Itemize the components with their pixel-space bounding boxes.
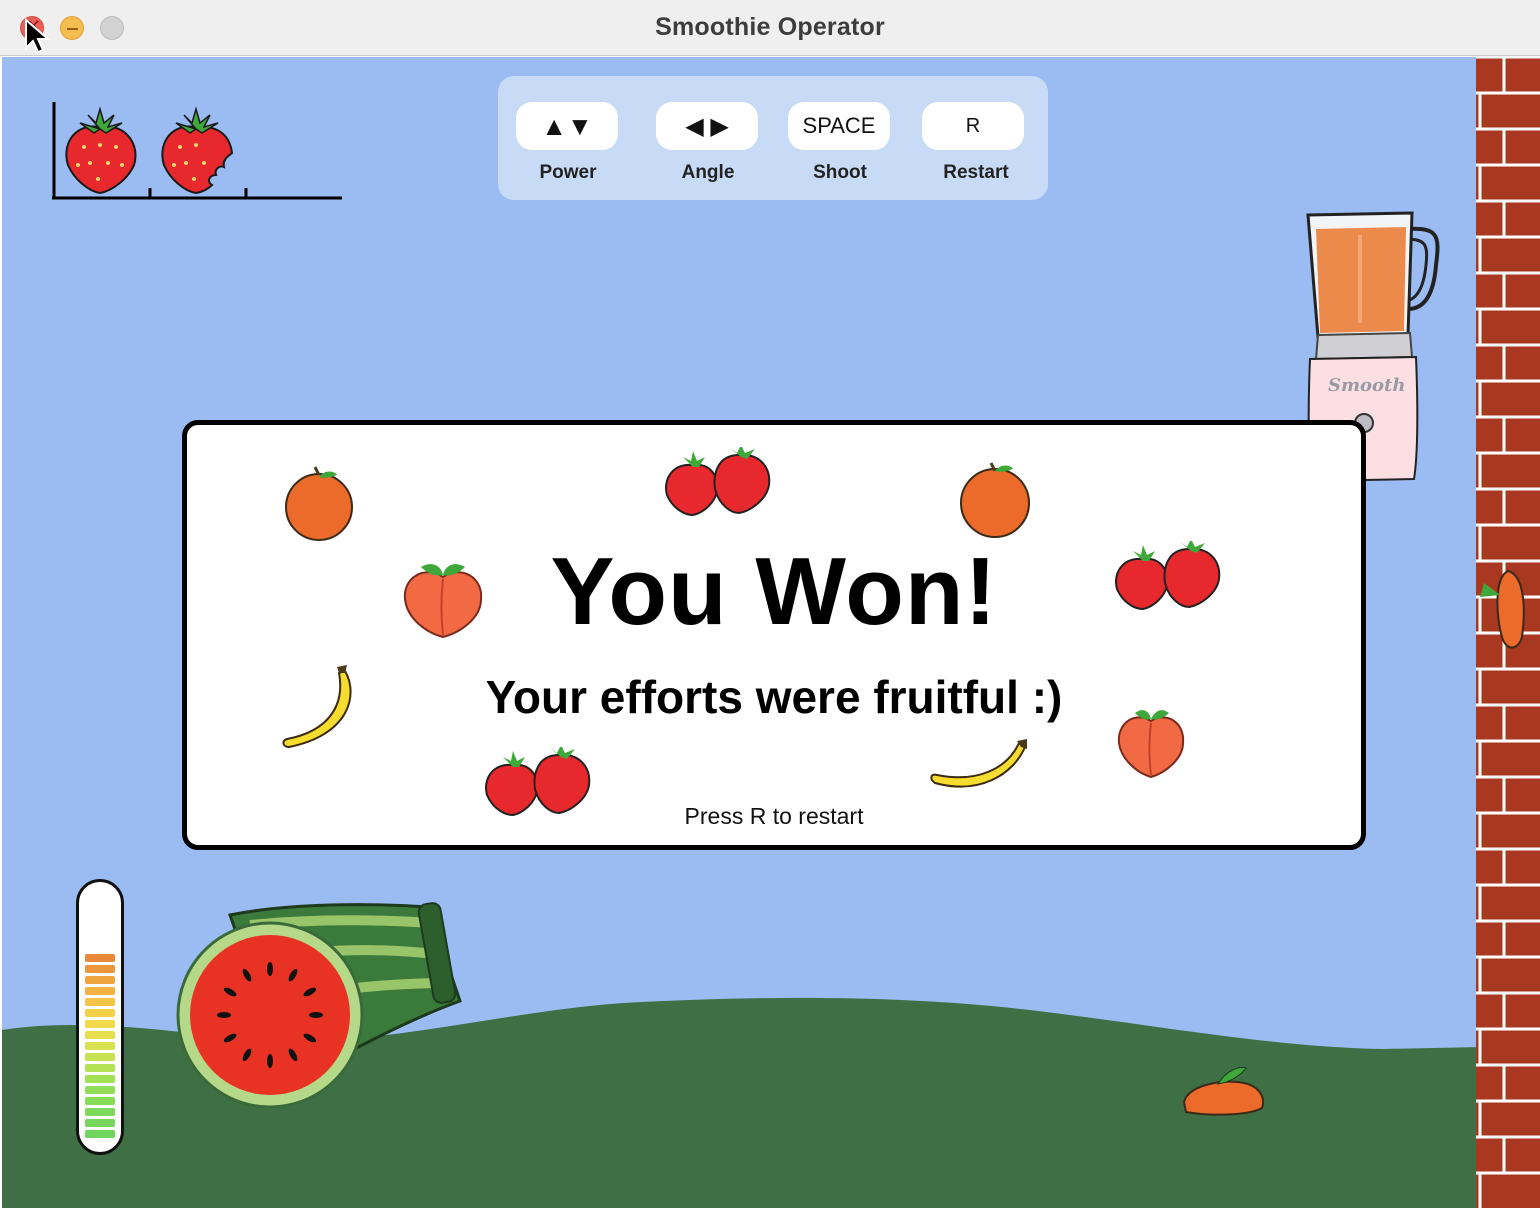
controls-panel: ▲▼ Power ◀ ▶ Angle SPACE Shoot R Restart bbox=[498, 76, 1048, 200]
peach-icon bbox=[403, 564, 483, 639]
banana-icon bbox=[282, 665, 352, 749]
orange-icon bbox=[285, 466, 353, 541]
shoot-key: SPACE bbox=[788, 102, 890, 150]
power-meter-bar bbox=[85, 1108, 115, 1116]
power-meter-bar bbox=[85, 965, 115, 973]
watermelon-seed bbox=[267, 1054, 273, 1068]
squashed-orange-icon bbox=[1182, 1067, 1264, 1116]
power-meter-bar bbox=[85, 1053, 115, 1061]
power-meter bbox=[76, 879, 124, 1155]
power-meter-bar bbox=[85, 954, 115, 962]
mouse-cursor-icon bbox=[25, 18, 51, 54]
restart-key-label: R bbox=[965, 114, 981, 137]
game-window: Smoothie Operator bbox=[0, 0, 1540, 1208]
strawberries-icon bbox=[1115, 541, 1221, 611]
power-meter-bar bbox=[85, 1009, 115, 1017]
power-meter-bar bbox=[85, 1031, 115, 1039]
power-meter-bar bbox=[85, 1097, 115, 1105]
power-meter-bar bbox=[85, 976, 115, 984]
restart-hint: Press R to restart bbox=[684, 803, 864, 829]
watermelon-seed bbox=[217, 1012, 231, 1018]
power-meter-bars bbox=[85, 954, 115, 1138]
blender-brand-label: Smooth bbox=[1328, 375, 1406, 396]
angle-label: Angle bbox=[681, 162, 735, 183]
restart-label: Restart bbox=[943, 162, 1009, 183]
power-meter-bar bbox=[85, 1130, 115, 1138]
strawberry-life-icon bbox=[65, 106, 137, 195]
peach-icon bbox=[1117, 710, 1185, 779]
lives-indicator bbox=[52, 102, 342, 200]
angle-key-label: ◀ ▶ bbox=[685, 112, 729, 140]
power-meter-bar bbox=[85, 1042, 115, 1050]
power-meter-bar bbox=[85, 1064, 115, 1072]
half-strawberry-life-icon bbox=[161, 106, 234, 195]
window-title: Smoothie Operator bbox=[655, 13, 885, 41]
power-label: Power bbox=[539, 162, 597, 183]
watermelon-cannon bbox=[176, 902, 462, 1109]
game-canvas[interactable]: ▲▼ Power ◀ ▶ Angle SPACE Shoot R Restart… bbox=[2, 57, 1540, 1208]
orange-icon bbox=[960, 462, 1030, 538]
power-meter-bar bbox=[85, 1086, 115, 1094]
shoot-key-label: SPACE bbox=[802, 113, 876, 138]
shoot-label: Shoot bbox=[813, 162, 867, 183]
watermelon-seed bbox=[267, 962, 273, 976]
power-meter-bar bbox=[85, 1119, 115, 1127]
splatted-carrot-icon bbox=[1480, 569, 1525, 649]
power-meter-bar bbox=[85, 987, 115, 995]
power-key-label: ▲▼ bbox=[541, 110, 593, 141]
power-meter-bar bbox=[85, 1020, 115, 1028]
restart-key: R bbox=[922, 102, 1024, 150]
power-key: ▲▼ bbox=[516, 102, 618, 150]
strawberries-icon bbox=[485, 747, 591, 817]
angle-key: ◀ ▶ bbox=[656, 102, 758, 150]
strawberries-icon bbox=[665, 447, 771, 517]
watermelon-seed bbox=[309, 1012, 323, 1018]
win-dialog: You Won! Your efforts were fruitful :) P… bbox=[182, 420, 1366, 850]
banana-icon bbox=[930, 739, 1027, 788]
power-meter-bar bbox=[85, 1075, 115, 1083]
power-meter-bar bbox=[85, 998, 115, 1006]
title-bar: Smoothie Operator bbox=[0, 0, 1540, 56]
